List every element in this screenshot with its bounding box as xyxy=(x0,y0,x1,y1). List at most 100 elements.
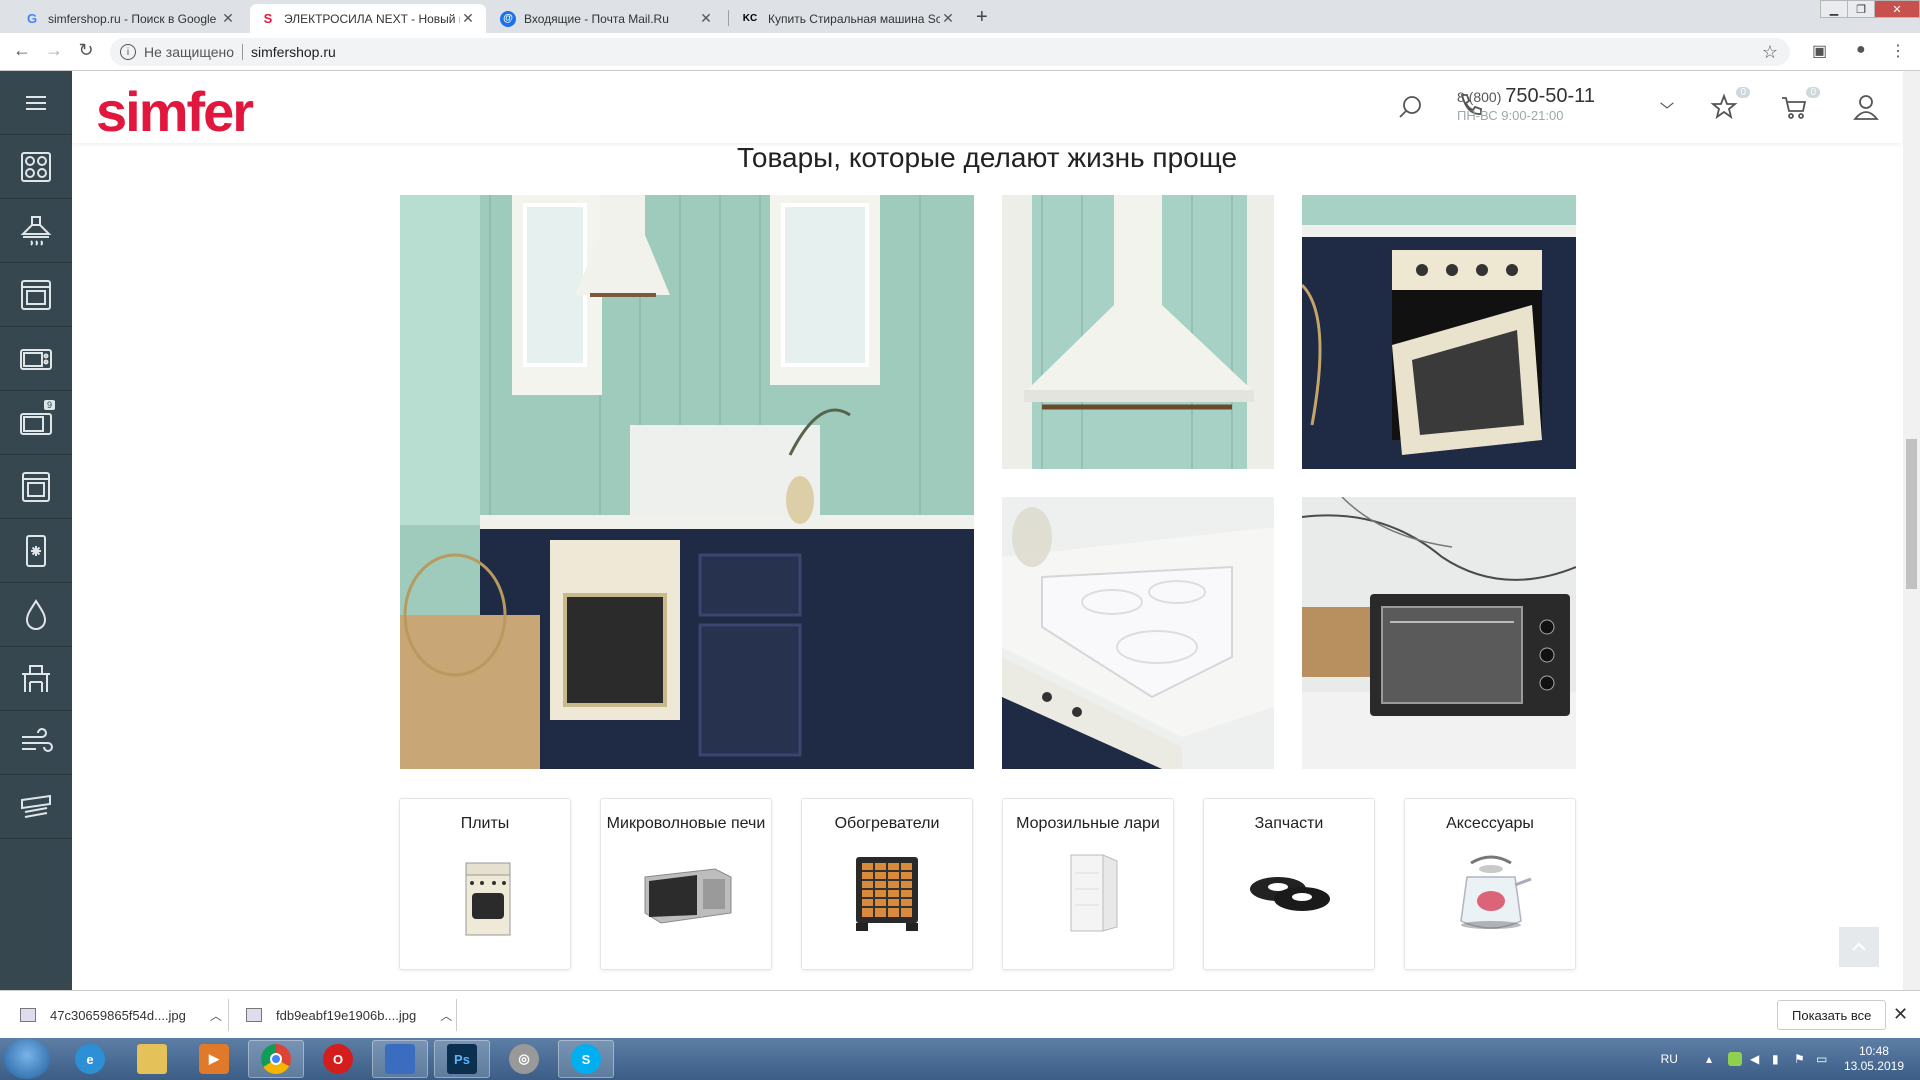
category-card-freezers[interactable]: Морозильные лари xyxy=(1002,798,1174,970)
taskbar-photoshop[interactable]: Ps xyxy=(434,1040,490,1078)
chevron-down-icon[interactable] xyxy=(1658,97,1676,120)
forward-arrow-icon[interactable]: → xyxy=(42,40,66,61)
flag-icon[interactable]: ⚑ xyxy=(1794,1052,1808,1066)
sidebar-item-microwaves[interactable]: 9 xyxy=(0,391,72,455)
category-card-spare-parts[interactable]: Запчасти xyxy=(1203,798,1375,970)
close-icon[interactable]: ✕ xyxy=(940,10,956,27)
hamburger-menu-button[interactable] xyxy=(0,71,72,135)
oven-icon xyxy=(21,279,51,310)
close-icon[interactable]: ✕ xyxy=(698,10,714,27)
cooktop-photo[interactable] xyxy=(1002,497,1274,769)
cart-button[interactable]: 0 xyxy=(1780,87,1820,126)
chevron-up-icon[interactable]: ▴ xyxy=(1706,1052,1720,1066)
bookmark-star-icon[interactable]: ☆ xyxy=(1762,42,1778,63)
close-icon[interactable]: ✕ xyxy=(460,10,476,27)
reload-icon[interactable]: ↻ xyxy=(74,40,98,61)
language-indicator[interactable]: RU xyxy=(1661,1052,1678,1066)
extension-icon[interactable]: ▣ xyxy=(1812,41,1827,61)
skype-icon: S xyxy=(571,1044,601,1074)
kettle-icon xyxy=(1460,855,1532,929)
taskbar-chrome[interactable] xyxy=(248,1040,304,1078)
restore-button[interactable]: ❐ xyxy=(1847,0,1875,18)
phone-block[interactable]: 8 (800) 750-50-11 ПН-ВС 9:00-21:00 xyxy=(1457,85,1595,123)
account-button[interactable] xyxy=(1852,93,1880,126)
sidebar-item-water-heaters[interactable] xyxy=(0,583,72,647)
water-heater-icon xyxy=(25,598,47,630)
chevron-up-icon[interactable]: ︿ xyxy=(440,1007,452,1024)
section-title: Товары, которые делают жизнь проще xyxy=(736,142,1238,173)
sidebar-item-hoods[interactable] xyxy=(0,199,72,263)
address-bar[interactable]: i Не защищено simfershop.ru ☆ xyxy=(110,38,1790,66)
category-card-microwaves[interactable]: Микроволновые печи xyxy=(600,798,772,970)
clock[interactable]: 10:48 13.05.2019 xyxy=(1844,1044,1904,1074)
google-icon: G xyxy=(26,11,38,26)
clock-date: 13.05.2019 xyxy=(1843,1059,1904,1073)
phone-prefix: 8 (800) xyxy=(1457,89,1502,105)
download-bar: 47c30659865f54d....jpg ︿ fdb9eabf19e1906… xyxy=(0,990,1920,1038)
display-icon[interactable]: ▭ xyxy=(1816,1052,1830,1066)
browser-tab-strip: G simfershop.ru - Поиск в Google ✕ S ЭЛЕ… xyxy=(0,0,1920,33)
tab-title: ЭЛЕКТРОСИЛА NEXT - Новый и xyxy=(284,11,460,26)
minimize-button[interactable]: ▁ xyxy=(1820,0,1848,18)
sidebar-item-built-in-ovens[interactable] xyxy=(0,455,72,519)
sidebar-item-cooktops[interactable] xyxy=(0,135,72,199)
download-item[interactable]: fdb9eabf19e1906b....jpg ︿ xyxy=(246,1001,452,1029)
system-tray: RU ▴ ◀ ▮ ⚑ ▭ 10:48 13.05.2019 xyxy=(1661,1038,1914,1080)
sidebar-item-air-conditioners[interactable] xyxy=(0,775,72,839)
category-card-stoves[interactable]: Плиты xyxy=(399,798,571,970)
scrollbar-thumb[interactable] xyxy=(1906,439,1917,589)
taskbar-media-player[interactable]: ▶ xyxy=(186,1040,242,1078)
info-icon[interactable]: i xyxy=(120,44,136,60)
tab-google[interactable]: G simfershop.ru - Поиск в Google ✕ xyxy=(14,4,246,33)
taskbar-explorer[interactable] xyxy=(124,1040,180,1078)
taskbar-network[interactable] xyxy=(372,1040,428,1078)
app-tray-icon[interactable] xyxy=(1727,1052,1742,1066)
new-tab-button[interactable]: + xyxy=(976,6,988,29)
oven-photo[interactable] xyxy=(1302,195,1576,469)
tab-kc[interactable]: KC Купить Стиральная машина Sch ✕ xyxy=(730,4,966,33)
favorites-button[interactable]: 0 xyxy=(1710,87,1750,126)
star-icon xyxy=(1710,93,1738,120)
download-item[interactable]: 47c30659865f54d....jpg ︿ xyxy=(20,1001,222,1029)
search-button[interactable] xyxy=(1396,93,1424,126)
sidebar-item-freezers[interactable] xyxy=(0,519,72,583)
tab-mail[interactable]: @ Входящие - Почта Mail.Ru ✕ xyxy=(490,4,724,33)
user-icon xyxy=(1853,95,1879,120)
kc-icon: KC xyxy=(742,13,758,24)
taskbar-skype[interactable]: S xyxy=(558,1040,614,1078)
air-conditioner-icon xyxy=(21,794,51,818)
sidebar-item-furniture[interactable] xyxy=(0,647,72,711)
simfer-logo[interactable]: simfer xyxy=(96,79,254,144)
volume-icon[interactable]: ◀ xyxy=(1750,1052,1764,1066)
kitchen-photo[interactable] xyxy=(400,195,974,769)
mini-oven-photo[interactable] xyxy=(1302,497,1576,769)
folder-icon xyxy=(137,1044,167,1074)
heater-icon xyxy=(856,857,918,931)
furniture-icon xyxy=(22,664,50,692)
sidebar-item-mini-ovens[interactable] xyxy=(0,327,72,391)
taskbar-internet-explorer[interactable]: e xyxy=(62,1040,118,1078)
start-button[interactable] xyxy=(4,1039,50,1079)
network-tray-icon[interactable]: ▮ xyxy=(1772,1052,1786,1066)
close-icon[interactable]: ✕ xyxy=(220,10,236,27)
simfer-icon: S xyxy=(263,11,273,26)
back-arrow-icon[interactable]: ← xyxy=(10,40,34,61)
tab-title: Входящие - Почта Mail.Ru xyxy=(524,11,669,26)
close-icon[interactable]: ✕ xyxy=(1893,1004,1908,1025)
chevron-up-icon[interactable]: ︿ xyxy=(210,1007,222,1024)
category-card-accessories[interactable]: Аксессуары xyxy=(1404,798,1576,970)
sidebar-item-climate[interactable] xyxy=(0,711,72,775)
show-all-downloads-button[interactable]: Показать все xyxy=(1777,1000,1887,1030)
profile-icon[interactable]: ● xyxy=(1856,41,1866,59)
vertical-scrollbar[interactable] xyxy=(1903,71,1920,990)
built-in-oven-icon xyxy=(22,471,50,502)
window-close-button[interactable]: ✕ xyxy=(1874,0,1920,18)
scroll-to-top-button[interactable] xyxy=(1839,927,1879,967)
sidebar-item-stoves[interactable] xyxy=(0,263,72,327)
category-card-heaters[interactable]: Обогреватели xyxy=(801,798,973,970)
taskbar-film-reel[interactable]: ◎ xyxy=(496,1040,552,1078)
tab-simfer[interactable]: S ЭЛЕКТРОСИЛА NEXT - Новый и ✕ xyxy=(250,4,486,33)
taskbar-opera[interactable]: O xyxy=(310,1040,366,1078)
hood-photo[interactable] xyxy=(1002,195,1274,469)
menu-dots-icon[interactable]: ⋮ xyxy=(1890,41,1906,61)
